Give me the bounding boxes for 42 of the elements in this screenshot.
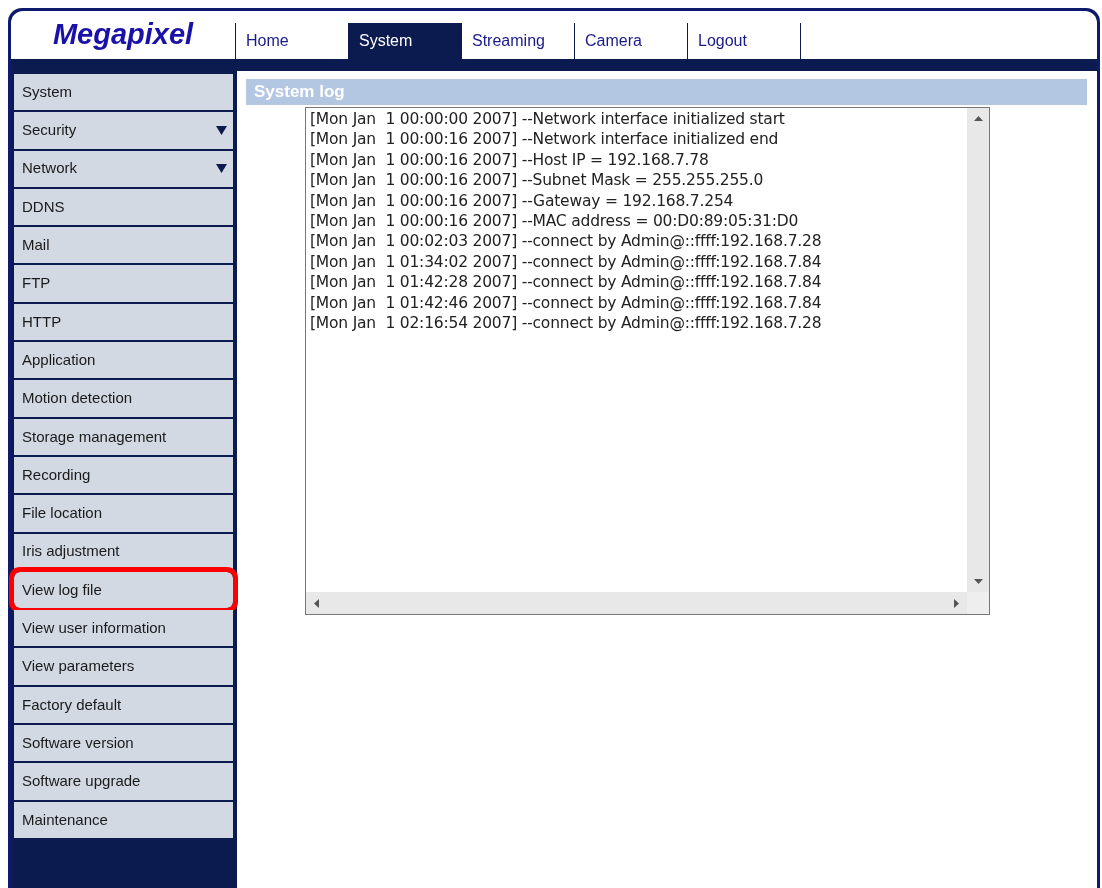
sidebar-item[interactable]: Iris adjustment <box>14 533 233 570</box>
vertical-scrollbar[interactable] <box>967 108 989 592</box>
sidebar-item[interactable]: System <box>14 74 233 111</box>
log-line: [Mon Jan 1 00:00:16 2007] --Host IP = 192.168.7.78 <box>310 149 710 171</box>
sidebar-item[interactable]: Application <box>14 342 233 379</box>
sidebar-item[interactable]: HTTP <box>14 303 233 341</box>
sidebar-item[interactable]: View parameters <box>14 648 233 685</box>
log-line: [Mon Jan 1 00:00:16 2007] --Network interface initialized end <box>310 129 780 150</box>
log-line: [Mon Jan 1 00:00:16 2007] --Subnet Mask = 255.255.255.0 <box>310 170 765 191</box>
sidebar-item[interactable]: FTP <box>14 265 233 302</box>
sidebar-item[interactable]: Mail <box>14 227 233 264</box>
log-line: [Mon Jan 1 00:00:00 2007] --Network interface initialized start <box>310 109 786 130</box>
log-line: [Mon Jan 1 01:42:28 2007] --connect by Admin@::ffff:192.168.7.84 <box>310 272 823 293</box>
scrollbar-corner <box>967 592 989 614</box>
horizontal-scrollbar[interactable] <box>306 592 967 614</box>
left-arrow-icon[interactable] <box>314 598 319 608</box>
log-line: [Mon Jan 1 00:00:16 2007] --MAC address = 00:D0:89:05:31:D0 <box>310 211 800 232</box>
dropdown-triangle-icon <box>216 164 227 174</box>
sidebar-item[interactable]: Motion detection <box>14 380 233 417</box>
down-arrow-icon[interactable] <box>973 579 983 584</box>
log-line: [Mon Jan 1 02:16:54 2007] --connect by Admin@::ffff:192.168.7.28 <box>310 313 823 334</box>
right-arrow-icon[interactable] <box>954 598 959 608</box>
sidebar-item[interactable]: File location <box>14 495 233 532</box>
sidebar-item[interactable]: Recording <box>14 456 233 494</box>
sidebar-item[interactable]: Factory default <box>14 686 233 724</box>
log-line: [Mon Jan 1 00:02:03 2007] --connect by Admin@::ffff:192.168.7.28 <box>310 231 823 252</box>
sidebar-item[interactable]: DDNS <box>14 188 233 226</box>
sidebar-item[interactable]: Software version <box>14 725 233 762</box>
nav-tab[interactable]: System <box>348 23 461 59</box>
sidebar-item[interactable]: Maintenance <box>14 801 233 838</box>
up-arrow-icon[interactable] <box>973 116 983 121</box>
sidebar-item[interactable]: Security <box>14 112 233 149</box>
log-line: [Mon Jan 1 01:42:46 2007] --connect by Admin@::ffff:192.168.7.84 <box>310 292 823 314</box>
dropdown-triangle-icon <box>216 125 227 135</box>
log-line: [Mon Jan 1 00:00:16 2007] --Gateway = 192.168.7.254 <box>310 190 735 212</box>
sidebar-item[interactable]: Storage management <box>14 418 233 455</box>
sidebar-item[interactable]: Software upgrade <box>14 763 233 800</box>
sidebar-item[interactable]: View user information <box>14 610 233 647</box>
panel-title: System log <box>246 79 1087 105</box>
sidebar-item[interactable]: Network <box>14 150 233 187</box>
logo: Megapixel <box>52 17 194 53</box>
log-line: [Mon Jan 1 01:34:02 2007] --connect by Admin@::ffff:192.168.7.84 <box>310 251 823 273</box>
